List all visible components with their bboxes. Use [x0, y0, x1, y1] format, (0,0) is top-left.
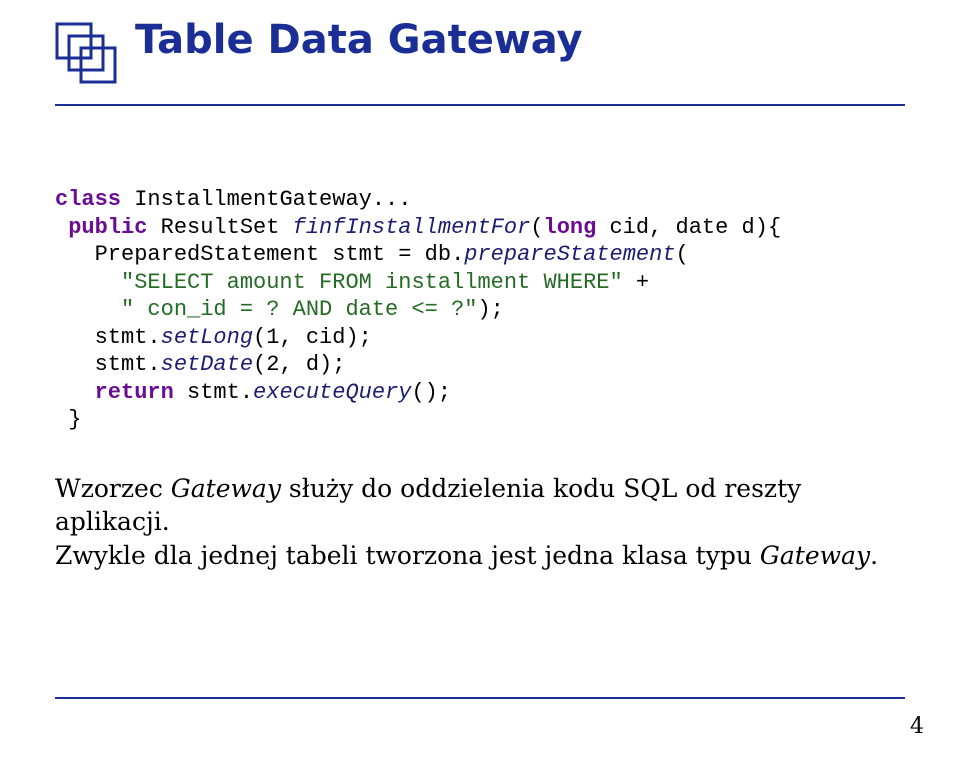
code-text: + — [623, 270, 649, 295]
code-text: ( — [530, 215, 543, 240]
slide: Table Data Gateway class InstallmentGate… — [0, 0, 960, 759]
code-text: (2, d); — [253, 352, 345, 377]
code-text: ( — [676, 242, 689, 267]
code-text: ResultSet — [147, 215, 292, 240]
slide-header: Table Data Gateway — [55, 18, 905, 88]
code-function: setDate — [161, 352, 253, 377]
code-text: PreparedStatement stmt = db. — [55, 242, 464, 267]
code-text: cid, date d){ — [596, 215, 781, 240]
overlapping-squares-icon — [55, 22, 117, 88]
code-keyword: class — [55, 187, 121, 212]
code-text: stmt. — [174, 380, 253, 405]
paragraph-italic: Gateway — [760, 541, 870, 570]
code-text: stmt. — [55, 325, 161, 350]
code-keyword: return — [55, 380, 174, 405]
code-function: executeQuery — [253, 380, 411, 405]
code-keyword: long — [544, 215, 597, 240]
paragraph-italic: Gateway — [171, 474, 281, 503]
code-function: finfInstallmentFor — [293, 215, 531, 240]
description-paragraph: Wzorzec Gateway służy do oddzielenia kod… — [55, 472, 905, 573]
code-text: stmt. — [55, 352, 161, 377]
footer-line — [55, 697, 905, 699]
code-function: setLong — [161, 325, 253, 350]
code-string: "SELECT amount FROM installment WHERE" — [55, 270, 623, 295]
code-block: class InstallmentGateway... public Resul… — [55, 186, 905, 434]
code-text: InstallmentGateway... — [121, 187, 411, 212]
code-keyword: public — [68, 215, 147, 240]
slide-title: Table Data Gateway — [135, 18, 583, 62]
code-string: " con_id = ? AND date <= ?" — [55, 297, 477, 322]
paragraph-text: . — [870, 541, 878, 570]
code-text: (1, cid); — [253, 325, 372, 350]
code-function: prepareStatement — [464, 242, 675, 267]
code-text: } — [55, 407, 81, 432]
page-number: 4 — [910, 714, 924, 739]
paragraph-text: Wzorzec — [55, 474, 171, 503]
header-underline — [55, 104, 905, 106]
code-text: ); — [477, 297, 503, 322]
code-text: (); — [411, 380, 451, 405]
paragraph-text: Zwykle dla jednej tabeli tworzona jest j… — [55, 541, 760, 570]
